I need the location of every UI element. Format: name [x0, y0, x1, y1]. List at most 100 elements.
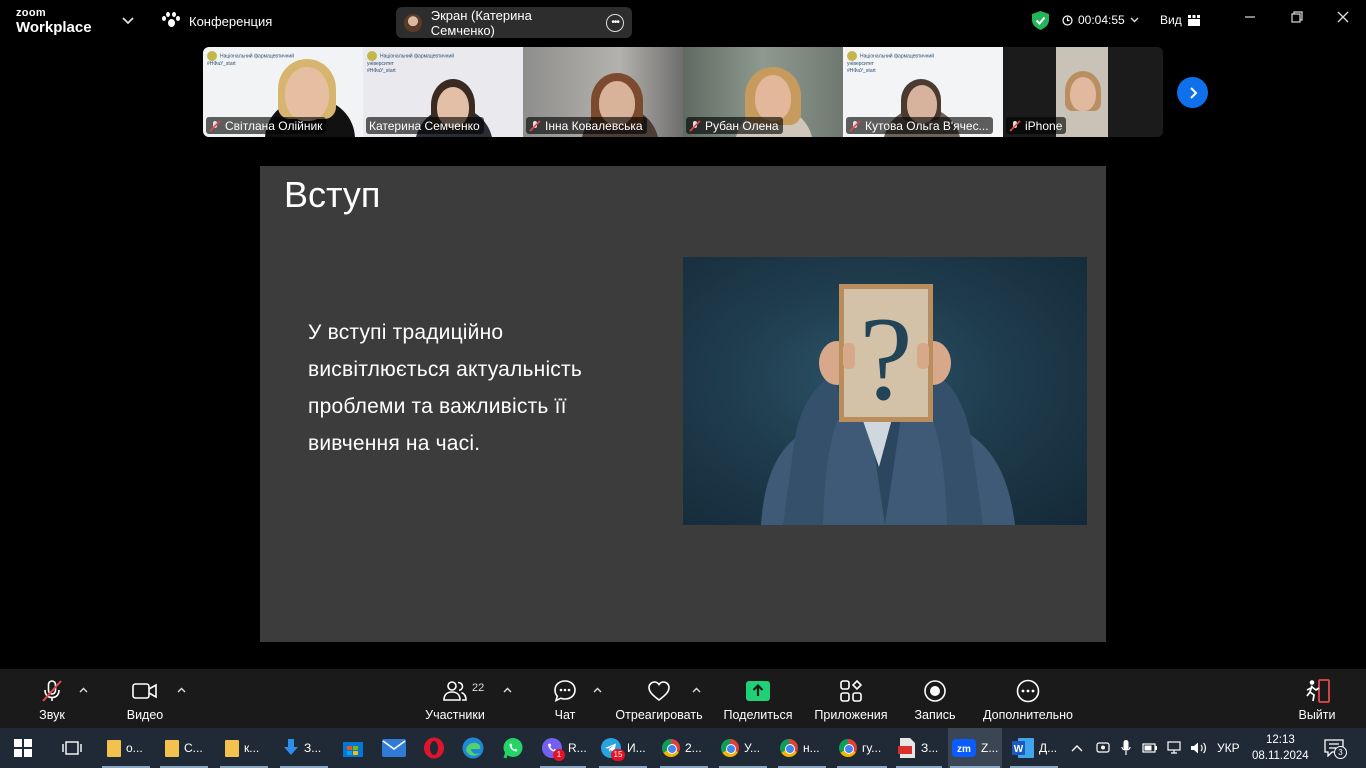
muted-mic-icon: [689, 119, 701, 132]
video-options-caret-icon[interactable]: [177, 685, 186, 696]
slide-title: Вступ: [284, 174, 381, 215]
heart-icon: [646, 678, 672, 704]
opera-icon: [424, 737, 444, 759]
muted-mic-icon: [529, 119, 541, 132]
more-button[interactable]: Дополнительно: [982, 669, 1074, 728]
record-label: Запись: [914, 708, 956, 722]
zoom-workplace-logo[interactable]: zoom Workplace: [16, 7, 92, 36]
participants-options-caret-icon[interactable]: [503, 685, 512, 696]
taskbar-app-label: 2...: [685, 741, 702, 755]
taskbar-app[interactable]: о...: [100, 728, 152, 768]
taskbar-app[interactable]: У...: [717, 728, 769, 768]
taskbar-app[interactable]: [423, 728, 445, 768]
meeting-controls-toolbar: Звук Видео Участники 22 Чат Отреагироват…: [0, 669, 1366, 728]
task-view-button[interactable]: [62, 728, 82, 768]
tile-header: Національний фармацевтичний університет #Н…: [847, 51, 934, 74]
minimize-button[interactable]: [1244, 10, 1256, 27]
audio-options-caret-icon[interactable]: [79, 685, 88, 696]
chat-button[interactable]: Чат: [548, 669, 582, 728]
taskbar-app-label: R...: [568, 741, 587, 755]
screen-share-indicator[interactable]: Экран (Катерина Семченко) •••: [396, 7, 632, 38]
grid-view-icon: [1187, 14, 1200, 26]
chevron-down-icon[interactable]: [122, 14, 134, 28]
taskbar-app-label: Z...: [981, 741, 999, 755]
leave-button[interactable]: Выйти: [1296, 669, 1338, 728]
taskbar-app[interactable]: [382, 728, 406, 768]
taskbar-app[interactable]: [502, 728, 524, 768]
pdf-icon: [898, 738, 915, 758]
shared-screen-slide[interactable]: Вступ У вступі традиційно висвітлюється …: [260, 166, 1106, 642]
taskbar-app[interactable]: н...: [776, 728, 828, 768]
next-page-arrow-icon[interactable]: [1177, 77, 1208, 108]
audio-button[interactable]: Звук: [30, 669, 74, 728]
taskbar-app[interactable]: [342, 728, 364, 768]
taskbar-app[interactable]: С...: [158, 728, 210, 768]
taskbar-app[interactable]: W Д...: [1008, 728, 1060, 768]
tile-header: Національний фармацевтичний #НФаУ_start: [207, 51, 294, 68]
zoom-title-bar: zoom Workplace Конференция Экран (Катери…: [0, 0, 1366, 44]
system-clock[interactable]: 12:13 08.11.2024: [1252, 732, 1309, 764]
taskbar-app[interactable]: гу...: [835, 728, 889, 768]
taskbar-app[interactable]: к...: [218, 728, 270, 768]
muted-mic-icon: [1009, 119, 1021, 132]
tray-icon[interactable]: [1167, 728, 1183, 768]
taskbar-app[interactable]: 15 И...: [597, 728, 649, 768]
participant-label: Катерина Семченко: [366, 117, 484, 134]
participant-tile[interactable]: Національний фармацевтичний #НФаУ_start С…: [203, 47, 363, 137]
taskbar-app[interactable]: 2...: [658, 728, 710, 768]
video-button[interactable]: Видео: [122, 669, 168, 728]
meeting-info[interactable]: Конференция: [162, 12, 272, 30]
taskbar-app[interactable]: 1 R...: [538, 728, 588, 768]
taskbar-app-label: гу...: [862, 741, 882, 755]
participant-tile[interactable]: Інна Ковалевська: [523, 47, 683, 137]
taskbar-app[interactable]: [462, 728, 484, 768]
meeting-timer[interactable]: 00:04:55: [1062, 13, 1139, 27]
close-button[interactable]: [1337, 10, 1349, 27]
security-shield-icon[interactable]: [1032, 11, 1049, 30]
apps-label: Приложения: [814, 708, 888, 722]
taskbar-app-active[interactable]: zm Z...: [948, 728, 1002, 768]
language-label: УКР: [1217, 741, 1240, 755]
tray-icon[interactable]: [1190, 728, 1208, 768]
download-icon: [284, 739, 298, 755]
tray-icon[interactable]: [1121, 728, 1131, 768]
view-menu-button[interactable]: Вид: [1160, 13, 1200, 27]
participant-video-strip: Національний фармацевтичний #НФаУ_start С…: [203, 47, 1163, 137]
taskbar-app[interactable]: З...: [894, 728, 944, 768]
react-options-caret-icon[interactable]: [692, 685, 701, 696]
restore-button[interactable]: [1291, 10, 1303, 27]
participant-tile[interactable]: Національний фармацевтичний університет #Н…: [843, 47, 1003, 137]
chat-options-caret-icon[interactable]: [593, 685, 602, 696]
participant-name: Світлана Олійник: [225, 118, 323, 133]
telegram-unread-badge: 15: [611, 749, 625, 761]
avatar: [404, 13, 422, 32]
video-label: Видео: [126, 708, 164, 722]
react-button[interactable]: Отреагировать: [615, 669, 703, 728]
share-screen-button[interactable]: Поделиться: [723, 669, 793, 728]
language-indicator[interactable]: УКР: [1217, 728, 1240, 768]
participant-tile[interactable]: Рубан Олена: [683, 47, 843, 137]
show-hidden-icons-button[interactable]: [1071, 728, 1083, 768]
start-button[interactable]: [14, 728, 32, 768]
more-options-icon[interactable]: •••: [606, 13, 624, 32]
tile-header-line3: #НФаУ_start: [367, 67, 396, 74]
chrome-icon: [662, 739, 680, 757]
taskbar-app-label: З...: [304, 741, 322, 755]
telegram-icon: 15: [600, 737, 625, 761]
participants-button[interactable]: Участники: [424, 669, 486, 728]
participant-name: iPhone: [1025, 118, 1063, 133]
taskbar-app[interactable]: З...: [278, 728, 330, 768]
tray-icon[interactable]: [1142, 728, 1158, 768]
participant-tile[interactable]: iPhone: [1003, 47, 1163, 137]
notifications-button[interactable]: 3: [1324, 728, 1347, 768]
tray-icon[interactable]: [1096, 728, 1110, 768]
leave-icon: [1304, 678, 1330, 704]
tile-header-line1: Національний фармацевтичний: [220, 53, 295, 60]
participant-tile[interactable]: Національний фармацевтичний університет #Н…: [363, 47, 523, 137]
record-button[interactable]: Запись: [912, 669, 958, 728]
logo-line1: zoom: [16, 7, 46, 19]
share-label: Поделиться: [723, 708, 793, 722]
participant-label: Кутова Ольга В'ячес...: [846, 117, 993, 134]
apps-button[interactable]: Приложения: [814, 669, 888, 728]
chat-label: Чат: [554, 708, 576, 722]
